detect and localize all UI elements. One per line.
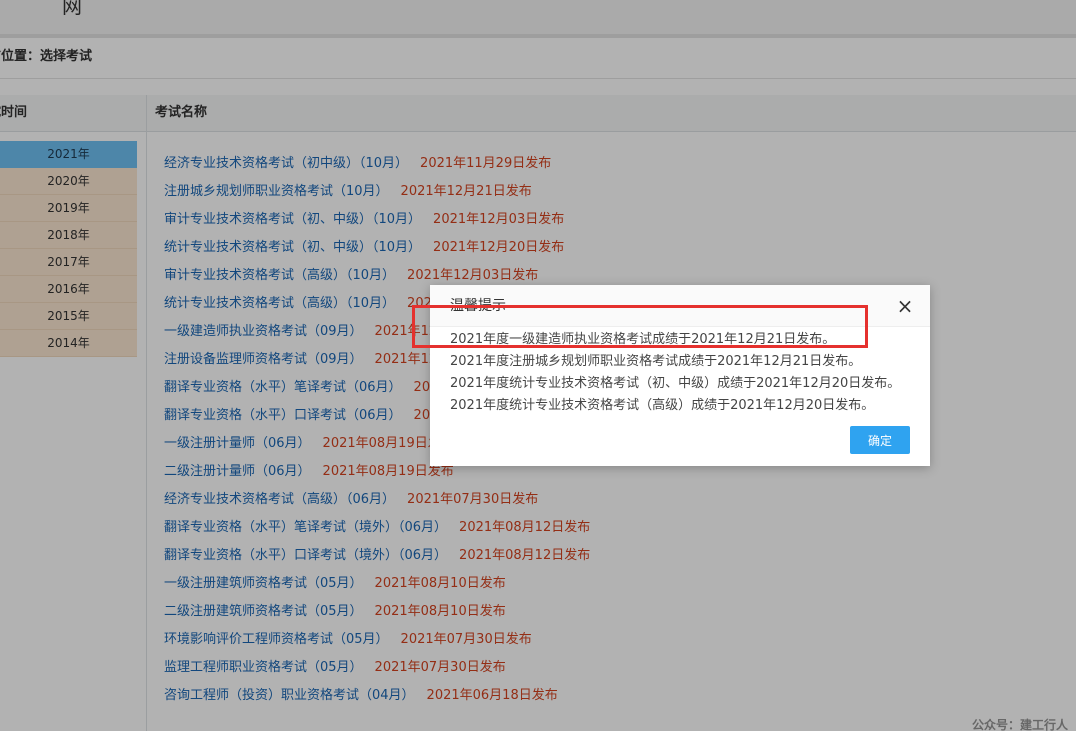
confirm-button[interactable]: 确定 (850, 426, 910, 454)
dialog-body: 2021年度一级建造师执业资格考试成绩于2021年12月21日发布。 2021年度… (430, 327, 930, 417)
dialog-title: 温馨提示 (450, 298, 506, 314)
notice-dialog: 温馨提示 × 2021年度一级建造师执业资格考试成绩于2021年12月21日发布… (430, 285, 930, 466)
notice-message: 2021年度统计专业技术资格考试（初、中级）成绩于2021年12月20日发布。 (450, 376, 901, 391)
watermark: 公众号：建工行人 (972, 718, 1069, 732)
notice-message: 2021年度一级建造师执业资格考试成绩于2021年12月21日发布。 (450, 332, 836, 347)
close-icon[interactable]: × (894, 285, 916, 327)
dialog-header: 温馨提示 × (430, 285, 930, 327)
notice-message: 2021年度注册城乡规划师职业资格考试成绩于2021年12月21日发布。 (450, 354, 862, 369)
notice-message: 2021年度统计专业技术资格考试（高级）成绩于2021年12月20日发布。 (450, 398, 875, 413)
